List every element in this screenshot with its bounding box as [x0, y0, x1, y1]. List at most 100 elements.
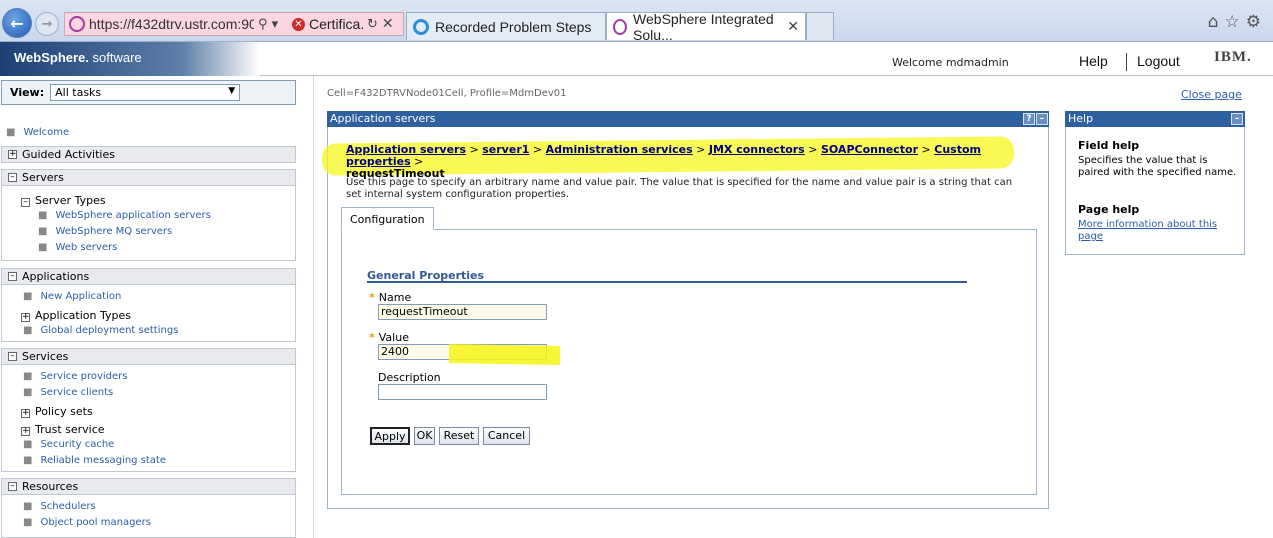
- cancel-button[interactable]: Cancel: [483, 427, 530, 445]
- nav-new-application[interactable]: ■ New Application: [6, 291, 121, 302]
- ok-button[interactable]: OK: [414, 427, 435, 445]
- nav-global-deployment[interactable]: ■ Global deployment settings: [6, 325, 178, 336]
- nav-web-servers[interactable]: ■ Web servers: [38, 242, 117, 253]
- expand-icon[interactable]: +: [21, 427, 30, 436]
- tab-recorded-problem-steps[interactable]: Recorded Problem Steps: [406, 12, 606, 40]
- view-dropdown[interactable]: All tasks ▼: [50, 84, 241, 101]
- nav-service-providers[interactable]: ■ Service providers: [6, 371, 127, 382]
- expand-icon[interactable]: +: [8, 150, 17, 159]
- breadcrumb-jmx-connectors[interactable]: JMX connectors: [709, 143, 805, 156]
- certificate-error-icon: ✕: [292, 17, 305, 31]
- nav-label: Service providers: [40, 371, 128, 382]
- nav-reliable-messaging[interactable]: ■ Reliable messaging state: [6, 455, 166, 466]
- value-label: * Value: [369, 331, 409, 344]
- address-url[interactable]: https://f432dtrv.ustr.com:9043/: [89, 16, 254, 32]
- page-help-link[interactable]: More information about this page: [1078, 219, 1238, 243]
- description-label: Description: [378, 371, 441, 384]
- minimize-icon[interactable]: –: [1036, 113, 1048, 125]
- search-icon[interactable]: ⚲ ▾: [258, 17, 292, 32]
- nav-websphere-app-servers[interactable]: ■ WebSphere application servers: [38, 210, 211, 221]
- websphere-icon: [69, 16, 85, 32]
- expand-icon[interactable]: +: [21, 313, 30, 322]
- nav-server-types[interactable]: – Server Types: [21, 194, 106, 207]
- forward-button[interactable]: →: [35, 12, 59, 36]
- brand-name: WebSphere.: [14, 50, 89, 65]
- breadcrumb-server1[interactable]: server1: [482, 143, 529, 156]
- breadcrumb-soapconnector[interactable]: SOAPConnector: [821, 143, 918, 156]
- logout-link[interactable]: Logout: [1137, 53, 1180, 69]
- refresh-icon[interactable]: ↻: [367, 17, 378, 32]
- nav-websphere-mq-servers[interactable]: ■ WebSphere MQ servers: [38, 226, 172, 237]
- arrow-left-icon: ←: [10, 13, 24, 33]
- breadcrumb-administration-services[interactable]: Administration services: [546, 143, 693, 156]
- nav-trust-service[interactable]: + Trust service: [21, 423, 105, 436]
- nav-label: Trust service: [35, 423, 105, 436]
- required-icon: *: [369, 291, 375, 304]
- nav-welcome[interactable]: ■ Welcome: [6, 127, 69, 138]
- bullet-icon: ■: [23, 291, 33, 302]
- nav-schedulers[interactable]: ■ Schedulers: [6, 501, 96, 512]
- description-input[interactable]: [378, 384, 547, 400]
- nav-label: WebSphere application servers: [55, 210, 211, 221]
- brand-suffix: software: [92, 50, 142, 65]
- view-selector: View: All tasks ▼: [1, 80, 296, 105]
- bullet-icon: ■: [38, 242, 48, 253]
- nav-label: Reliable messaging state: [40, 455, 167, 466]
- nav-label: Web servers: [55, 242, 118, 253]
- stop-icon[interactable]: ✕: [382, 16, 394, 32]
- websphere-icon: [613, 18, 628, 35]
- tab-websphere-integrated-solutions[interactable]: WebSphere Integrated Solu... ✕: [606, 11, 806, 43]
- name-input[interactable]: requestTimeout: [378, 304, 547, 320]
- tab-configuration[interactable]: Configuration: [341, 207, 434, 230]
- nav-section-title: Applications: [22, 270, 90, 283]
- new-tab-button[interactable]: [806, 12, 834, 40]
- collapse-icon[interactable]: –: [21, 198, 30, 207]
- breadcrumb-separator: >: [921, 143, 931, 156]
- field-help-text: Specifies the value that is paired with …: [1078, 155, 1237, 178]
- nav-section-title: Services: [22, 350, 69, 363]
- close-tab-icon[interactable]: ✕: [787, 18, 799, 35]
- apply-button[interactable]: Apply: [370, 427, 410, 445]
- minimize-icon[interactable]: –: [1231, 113, 1243, 125]
- nav-label: Schedulers: [40, 501, 96, 512]
- tab-label: Recorded Problem Steps: [435, 18, 592, 35]
- nav-section-title: Servers: [22, 171, 64, 184]
- help-panel-title: Help: [1065, 111, 1245, 127]
- collapse-icon[interactable]: –: [8, 272, 17, 281]
- field-help-heading: Field help: [1078, 139, 1140, 152]
- bullet-icon: ■: [23, 501, 33, 512]
- back-button[interactable]: ←: [2, 8, 32, 38]
- collapse-icon[interactable]: –: [8, 482, 17, 491]
- nav-service-clients[interactable]: ■ Service clients: [6, 387, 113, 398]
- view-value: All tasks: [55, 86, 102, 99]
- close-page-link[interactable]: Close page: [1181, 88, 1242, 101]
- breadcrumb-separator: >: [808, 143, 818, 156]
- address-bar[interactable]: https://f432dtrv.ustr.com:9043/ ⚲ ▾ ✕ Ce…: [64, 12, 404, 36]
- breadcrumb-separator: >: [532, 143, 543, 156]
- nav-policy-sets[interactable]: + Policy sets: [21, 405, 93, 418]
- nav-label: Application Types: [35, 309, 131, 322]
- reset-button[interactable]: Reset: [439, 427, 479, 445]
- breadcrumb-separator: >: [696, 143, 706, 156]
- nav-object-pool-managers[interactable]: ■ Object pool managers: [6, 517, 151, 528]
- help-link[interactable]: Help: [1079, 53, 1108, 69]
- arrow-right-icon: →: [41, 16, 53, 32]
- nav-security-cache[interactable]: ■ Security cache: [6, 439, 114, 450]
- browser-tools-icons[interactable]: ⌂☆⚙: [1208, 12, 1267, 32]
- view-label: View:: [10, 86, 45, 99]
- name-label: * Name: [369, 291, 411, 304]
- nav-section-title: Guided Activities: [22, 148, 115, 161]
- certificate-error-label[interactable]: Certifica...: [309, 16, 365, 32]
- nav-section-guided[interactable]: + Guided Activities: [1, 146, 296, 163]
- field-label: Value: [378, 331, 409, 344]
- bullet-icon: ■: [23, 517, 33, 528]
- breadcrumb: Application servers > server1 > Administ…: [346, 144, 1026, 180]
- collapse-icon[interactable]: –: [8, 352, 17, 361]
- nav-label: Security cache: [40, 439, 115, 450]
- field-label: Name: [378, 291, 412, 304]
- expand-icon[interactable]: +: [21, 409, 30, 418]
- collapse-icon[interactable]: –: [8, 173, 17, 182]
- bullet-icon: ■: [23, 439, 33, 450]
- nav-application-types[interactable]: + Application Types: [21, 309, 131, 322]
- help-icon[interactable]: ?: [1023, 113, 1035, 125]
